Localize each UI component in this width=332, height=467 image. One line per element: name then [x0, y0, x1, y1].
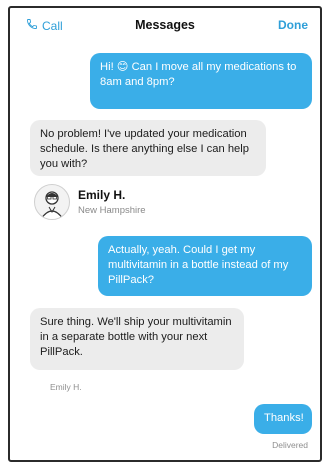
message-text: Can I move all my medications to 8am and…	[100, 61, 297, 88]
outgoing-message-bubble: Thanks!	[254, 404, 312, 434]
messages-screen: Call Messages Done Hi! 😊 Can I move all …	[8, 6, 322, 462]
agent-card: Emily H. New Hampshire	[34, 184, 234, 228]
incoming-message-bubble: Sure thing. We'll ship your multivitamin…	[30, 308, 244, 370]
smiley-emoji-icon: 😊	[116, 61, 129, 73]
incoming-message-bubble: No problem! I've updated your medication…	[30, 120, 266, 176]
outgoing-message-bubble: Hi! 😊 Can I move all my medications to 8…	[90, 53, 312, 109]
person-avatar-icon	[34, 184, 70, 220]
message-text: Hi!	[100, 61, 114, 73]
done-button[interactable]: Done	[278, 18, 308, 32]
navigation-bar: Call Messages Done	[10, 8, 320, 44]
page-title: Messages	[135, 18, 195, 32]
outgoing-message-bubble: Actually, yeah. Could I get my multivita…	[98, 236, 312, 296]
delivery-status: Delivered	[272, 440, 308, 450]
sender-caption: Emily H.	[50, 382, 82, 392]
agent-name: Emily H.	[78, 188, 126, 202]
agent-location: New Hampshire	[78, 205, 146, 216]
